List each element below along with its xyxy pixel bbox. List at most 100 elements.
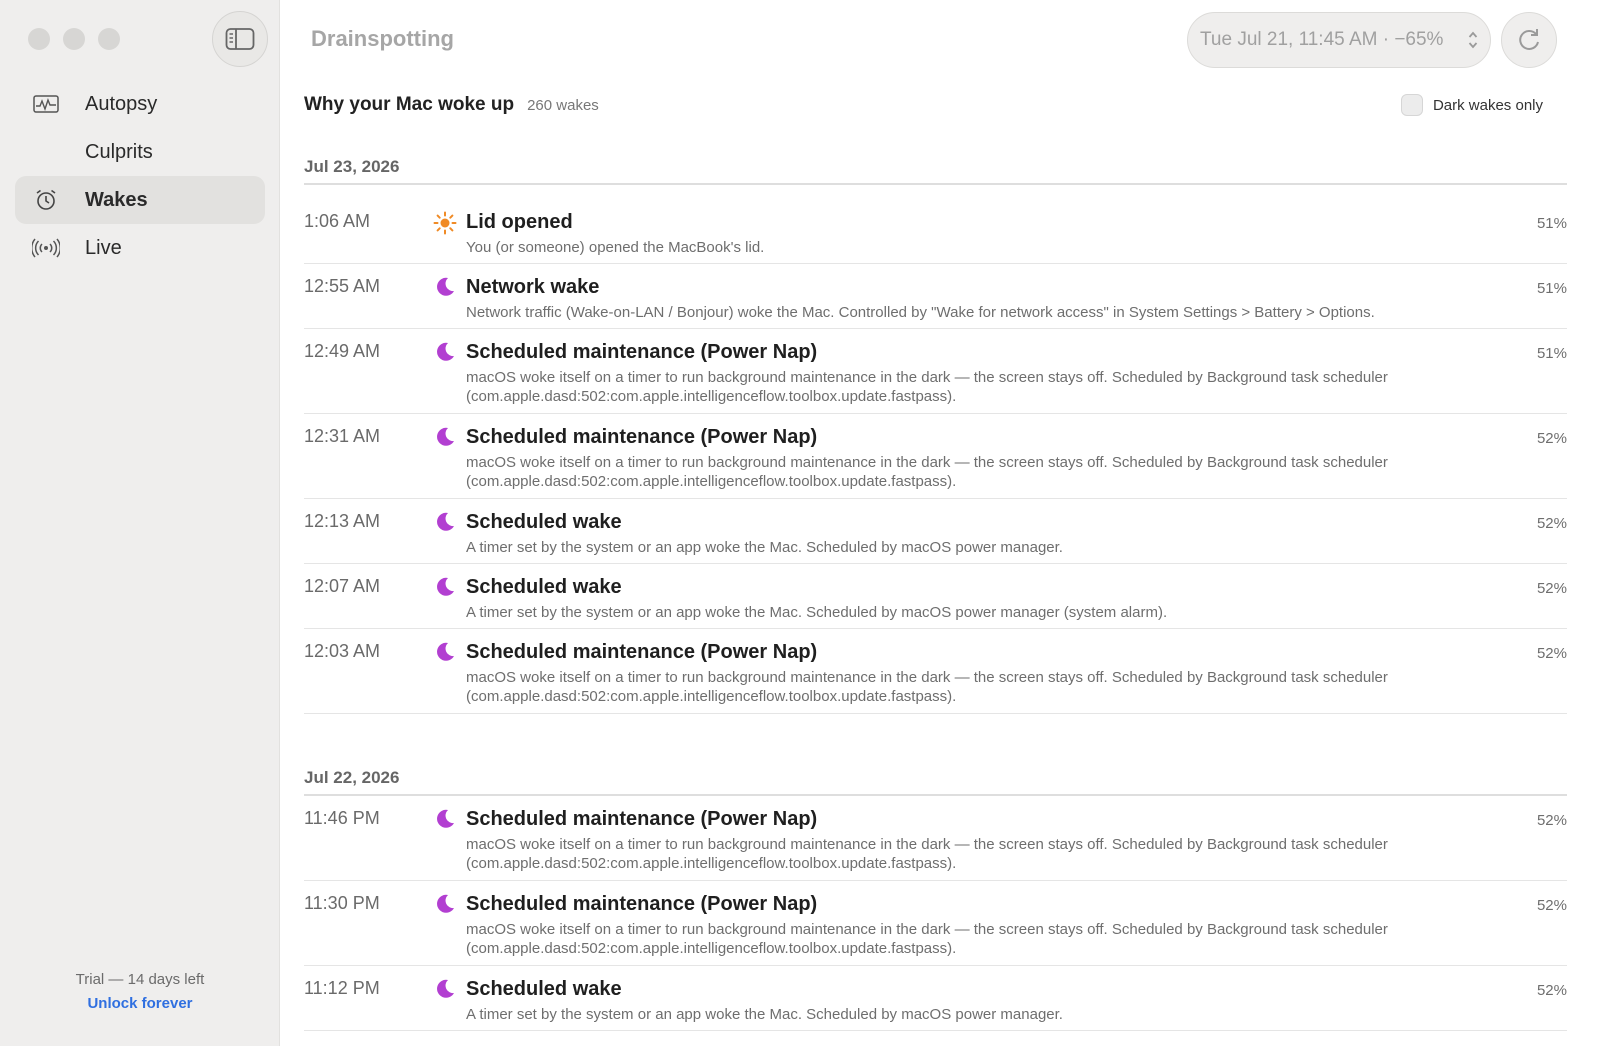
sidebar-item-label: Culprits <box>85 140 153 163</box>
refresh-button[interactable] <box>1501 12 1557 68</box>
date-selector[interactable]: Tue Jul 21, 11:45 AM · −65% <box>1187 12 1491 68</box>
wake-time: 12:03 AM <box>304 641 381 661</box>
battery-percent: 52% <box>1536 812 1567 829</box>
battery-percent: 52% <box>1536 515 1567 532</box>
battery-percent: 52% <box>1536 897 1567 914</box>
dark-wakes-label: Dark wakes only <box>1432 96 1543 114</box>
sidebar-nav: Autopsy Culprits Wakes Live <box>15 80 265 272</box>
sidebar-toggle-button[interactable] <box>212 11 268 67</box>
moon-icon <box>424 341 466 413</box>
zoom-window-button[interactable] <box>98 28 120 50</box>
sidebar-item-culprits[interactable]: Culprits <box>15 128 265 176</box>
wake-row[interactable]: 12:13 AM Scheduled wake A timer set by the… <box>304 499 1567 564</box>
wake-title: Lid opened <box>466 211 573 233</box>
wake-description: A timer set by the system or an app woke… <box>466 604 1168 621</box>
wake-description: macOS woke itself on a timer to run back… <box>466 836 1388 872</box>
wake-title: Network wake <box>466 276 600 298</box>
moon-icon <box>424 641 466 713</box>
sidebar-item-label: Live <box>85 236 122 259</box>
wake-row[interactable]: 12:31 AM Scheduled maintenance (Power Nap… <box>304 414 1567 499</box>
sidebar-item-autopsy[interactable]: Autopsy <box>15 80 265 128</box>
dark-wakes-checkbox[interactable] <box>1400 94 1423 116</box>
wake-row[interactable]: 1:06 AM Lid opened You (or someone) opened… <box>304 185 1567 264</box>
wake-row[interactable]: 11:30 PM Scheduled maintenance (Power Nap… <box>304 881 1567 966</box>
wake-row[interactable]: 12:03 AM Scheduled maintenance (Power Nap… <box>304 629 1567 714</box>
wake-details: Lid opened You (or someone) opened the Ma… <box>466 211 1567 263</box>
wake-title: Scheduled maintenance (Power Nap) <box>466 426 818 448</box>
wake-row[interactable]: 12:07 AM Scheduled wake A timer set by the… <box>304 564 1567 629</box>
wake-details: Scheduled maintenance (Power Nap) macOS w… <box>466 893 1567 965</box>
window-controls <box>28 28 120 50</box>
wake-description: You (or someone) opened the MacBook's li… <box>466 239 765 256</box>
wake-details: Scheduled maintenance (Power Nap) macOS w… <box>466 641 1567 713</box>
moon-icon <box>424 808 466 880</box>
wake-time: 12:49 AM <box>304 341 381 361</box>
wake-details: Scheduled maintenance (Power Nap) macOS w… <box>466 341 1567 413</box>
moon-icon <box>424 978 466 1030</box>
broadcast-icon <box>31 236 61 260</box>
wake-time: 11:46 PM <box>304 808 380 828</box>
battery-percent: 52% <box>1536 580 1567 597</box>
alarm-clock-icon <box>31 188 61 212</box>
wake-details: Scheduled wake A timer set by the system … <box>466 576 1567 628</box>
wake-details: Scheduled maintenance (Power Nap) macOS w… <box>466 426 1567 498</box>
wake-row[interactable]: 12:49 AM Scheduled maintenance (Power Nap… <box>304 329 1567 414</box>
wake-description: A timer set by the system or an app woke… <box>466 539 1063 556</box>
sidebar-item-live[interactable]: Live <box>15 224 265 272</box>
section-heading: Why your Mac woke up 260 wakes <box>304 94 599 116</box>
wake-details: Network wake Network traffic (Wake-on-LAN… <box>466 276 1567 328</box>
minimize-window-button[interactable] <box>63 28 85 50</box>
wake-time: 12:31 AM <box>304 426 381 446</box>
moon-icon <box>424 276 466 328</box>
trial-status: Trial — 14 days left <box>75 971 205 988</box>
date-group-header: Jul 23, 2026 <box>304 145 1567 185</box>
battery-percent: 52% <box>1536 430 1567 447</box>
page-title: Why your Mac woke up <box>304 94 515 115</box>
battery-percent: 52% <box>1536 982 1567 999</box>
sidebar-icon <box>225 28 255 50</box>
wake-title: Scheduled wake <box>466 511 622 533</box>
wake-description: macOS woke itself on a timer to run back… <box>466 669 1388 705</box>
app-window: Autopsy Culprits Wakes Live Trial — 14 d… <box>0 0 1600 1046</box>
wake-title: Scheduled maintenance (Power Nap) <box>466 341 818 363</box>
activity-chart-icon <box>31 92 61 116</box>
app-title: Drainspotting <box>311 26 454 51</box>
sidebar-item-label: Autopsy <box>85 92 158 115</box>
wake-time: 12:13 AM <box>304 511 381 531</box>
wake-time: 11:12 PM <box>304 978 380 998</box>
wake-details: Scheduled maintenance (Power Nap) macOS w… <box>466 808 1567 880</box>
close-window-button[interactable] <box>28 28 50 50</box>
wake-description: A timer set by the system or an app woke… <box>466 1006 1063 1023</box>
wake-time: 12:07 AM <box>304 576 381 596</box>
wake-time: 11:30 PM <box>304 893 380 913</box>
refresh-icon <box>1519 29 1539 50</box>
dark-wakes-filter[interactable]: Dark wakes only <box>1400 94 1543 116</box>
battery-percent: 52% <box>1536 645 1567 662</box>
wake-row[interactable]: 11:12 PM Scheduled wake A timer set by the… <box>304 966 1567 1031</box>
wake-row[interactable]: 12:55 AM Network wake Network traffic (Wak… <box>304 264 1567 329</box>
sun-icon <box>424 211 466 263</box>
wake-list: Jul 23, 2026 1:06 AM Lid opened You (or som… <box>304 145 1567 1031</box>
wake-title: Scheduled wake <box>466 978 622 1000</box>
wake-description: macOS woke itself on a timer to run back… <box>466 921 1388 957</box>
wake-title: Scheduled maintenance (Power Nap) <box>466 808 818 830</box>
sidebar-item-label: Wakes <box>85 188 148 211</box>
moon-icon <box>424 511 466 563</box>
wake-description: Network traffic (Wake-on-LAN / Bonjour) … <box>466 304 1375 321</box>
wake-time: 12:55 AM <box>304 276 381 296</box>
battery-percent: 51% <box>1536 215 1567 232</box>
main-content: Drainspotting Tue Jul 21, 11:45 AM · −65… <box>281 0 1600 1046</box>
sidebar-item-wakes[interactable]: Wakes <box>15 176 265 224</box>
moon-icon <box>424 426 466 498</box>
wake-details: Scheduled wake A timer set by the system … <box>466 978 1567 1030</box>
wake-title: Scheduled maintenance (Power Nap) <box>466 641 818 663</box>
date-selector-value: Tue Jul 21, 11:45 AM · −65% <box>1200 29 1444 50</box>
wake-count: 260 wakes <box>527 97 599 114</box>
unlock-forever-link[interactable]: Unlock forever <box>0 995 280 1012</box>
date-group-header: Jul 22, 2026 <box>304 756 1567 796</box>
wake-row[interactable]: 11:46 PM Scheduled maintenance (Power Nap… <box>304 796 1567 881</box>
wake-details: Scheduled wake A timer set by the system … <box>466 511 1567 563</box>
battery-percent: 51% <box>1536 280 1567 297</box>
sidebar: Autopsy Culprits Wakes Live Trial — 14 d… <box>0 0 280 1046</box>
